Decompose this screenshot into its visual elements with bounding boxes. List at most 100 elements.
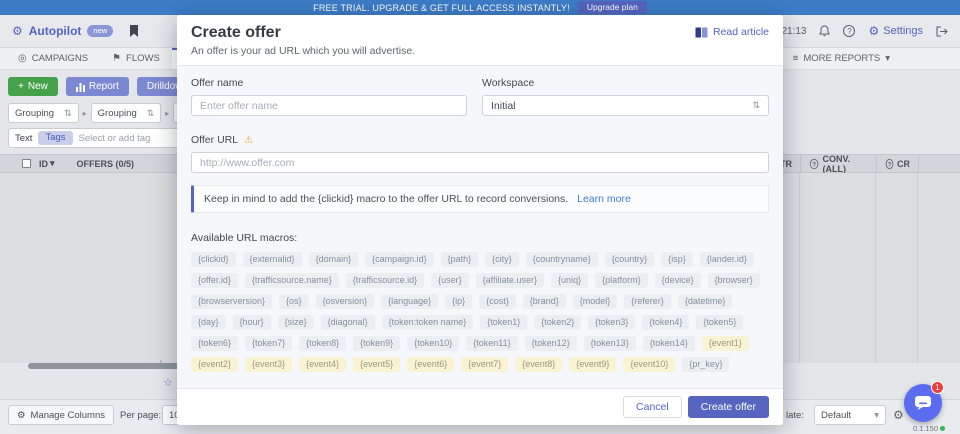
macro-chip[interactable]: {event4} [299, 357, 346, 372]
promo-banner: FREE TRIAL. UPGRADE & GET FULL ACCESS IN… [0, 0, 960, 15]
macro-chip[interactable]: {event9} [569, 357, 616, 372]
macro-chip[interactable]: {osversion} [316, 294, 375, 309]
macro-chip[interactable]: {token14} [643, 336, 695, 351]
macro-chip[interactable]: {affiliate.user} [476, 273, 544, 288]
bell-icon[interactable] [819, 25, 830, 37]
macro-chip[interactable]: {referer} [624, 294, 671, 309]
macro-chip[interactable]: {browserversion} [191, 294, 272, 309]
grouping-select-2[interactable]: Grouping⇅ [91, 103, 162, 123]
macro-chip[interactable]: {token5} [696, 315, 743, 330]
macro-chip[interactable]: {event2} [191, 357, 238, 372]
brand[interactable]: ⚙ Autopilot new [12, 24, 139, 38]
new-button[interactable]: + New [8, 77, 58, 96]
macro-chip[interactable]: {trafficsource.name} [245, 273, 339, 288]
conv-column-header[interactable]: ? CONV. (ALL) [800, 155, 876, 172]
macro-chip[interactable]: {token:token name} [382, 315, 474, 330]
workspace-select[interactable]: Initial ⇅ [482, 95, 769, 116]
report-button[interactable]: Report [66, 77, 129, 96]
macro-chip[interactable]: {city} [485, 252, 519, 267]
macro-chip[interactable]: {day} [191, 315, 226, 330]
more-reports-button[interactable]: ≡ MORE REPORTS ▾ [793, 48, 960, 69]
grouping-select-1[interactable]: Grouping⇅ [8, 103, 79, 123]
version-label: 0.1.150 [913, 424, 938, 433]
macro-chip[interactable]: {event3} [245, 357, 292, 372]
macro-chip[interactable]: {countryname} [526, 252, 598, 267]
macro-chip[interactable]: {trafficsource.id} [346, 273, 424, 288]
template-gear-icon[interactable]: ⚙ [893, 408, 904, 422]
cr-column-header[interactable]: ? CR [876, 155, 918, 172]
logout-icon[interactable] [936, 26, 948, 37]
macro-chip[interactable]: {token11} [466, 336, 517, 351]
macro-chip[interactable]: {device} [655, 273, 701, 288]
macro-chip[interactable]: {path} [441, 252, 479, 267]
offer-name-input[interactable] [191, 95, 467, 116]
macro-chip[interactable]: {campaign.id} [365, 252, 434, 267]
macro-chip[interactable]: {externalid} [243, 252, 302, 267]
macro-chip[interactable]: {token12} [525, 336, 577, 351]
filter-tag-input[interactable]: Select or add tag [79, 133, 151, 144]
nav-tab-flows[interactable]: ⚑FLOWS [100, 48, 172, 69]
macro-chip[interactable]: {clickid} [191, 252, 236, 267]
offer-url-input[interactable] [191, 152, 769, 173]
macro-chip[interactable]: {hour} [233, 315, 271, 330]
macro-chip[interactable]: {offer.id} [191, 273, 238, 288]
nav-tab-label: FLOWS [126, 53, 160, 64]
gear-icon: ⚙ [17, 410, 26, 421]
learn-more-link[interactable]: Learn more [577, 193, 631, 205]
macro-chip[interactable]: {token4} [642, 315, 689, 330]
macro-chip[interactable]: {brand} [523, 294, 566, 309]
template-label: late: [786, 410, 804, 421]
id-column-header[interactable]: ID ▾ [39, 158, 55, 169]
macro-chip[interactable]: {event6} [407, 357, 454, 372]
macro-chip[interactable]: {lander.id} [700, 252, 754, 267]
upgrade-plan-button[interactable]: Upgrade plan [578, 1, 647, 14]
read-article-link[interactable]: Read article [695, 26, 769, 38]
template-select[interactable]: Default ▾ [814, 405, 886, 425]
macro-chip[interactable]: {platform} [595, 273, 648, 288]
macro-chip[interactable]: {token2} [534, 315, 581, 330]
macro-chip[interactable]: {event1} [702, 336, 749, 351]
macro-chip[interactable]: {pr_key} [682, 357, 729, 372]
macro-chip[interactable]: {user} [431, 273, 469, 288]
macro-chip[interactable]: {token7} [245, 336, 292, 351]
macro-chip[interactable]: {token13} [584, 336, 636, 351]
chat-widget-button[interactable]: 1 [904, 384, 942, 422]
macro-chip[interactable]: {language} [381, 294, 438, 309]
cancel-button[interactable]: Cancel [623, 396, 682, 418]
bookmark-icon[interactable] [129, 25, 139, 37]
macro-chip[interactable]: {uniq} [551, 273, 588, 288]
macro-chip[interactable]: {isp} [661, 252, 693, 267]
macro-chip[interactable]: {token1} [480, 315, 527, 330]
nav-tab-campaigns[interactable]: ◎CAMPAIGNS [6, 48, 100, 69]
macro-chip[interactable]: {browser} [708, 273, 760, 288]
manage-columns-label: Manage Columns [31, 410, 105, 421]
template-value: Default [821, 410, 851, 421]
macro-chip[interactable]: {token6} [191, 336, 238, 351]
macro-chip[interactable]: {event7} [461, 357, 508, 372]
macro-chip[interactable]: {token3} [588, 315, 635, 330]
macro-chip[interactable]: {event10} [623, 357, 675, 372]
filter-tags-tab[interactable]: Tags [38, 131, 72, 145]
settings-button[interactable]: ⚙ Settings [868, 24, 923, 38]
macro-chip[interactable]: {diagonal} [321, 315, 375, 330]
macro-chip[interactable]: {event8} [515, 357, 562, 372]
macro-chip[interactable]: {token10} [407, 336, 459, 351]
select-all-checkbox[interactable] [22, 159, 31, 168]
id-header-label: ID [39, 159, 48, 169]
help-icon[interactable]: ? [843, 25, 855, 37]
macro-chip[interactable]: {token8} [299, 336, 346, 351]
macro-chip[interactable]: {country} [605, 252, 655, 267]
macro-chip[interactable]: {domain} [309, 252, 359, 267]
macro-chip[interactable]: {ip} [445, 294, 472, 309]
manage-columns-button[interactable]: ⚙ Manage Columns [8, 405, 114, 425]
macro-chip[interactable]: {cost} [479, 294, 516, 309]
macro-chip[interactable]: {datetime} [678, 294, 733, 309]
macro-chip[interactable]: {event5} [353, 357, 400, 372]
macro-chip[interactable]: {model} [573, 294, 618, 309]
macro-chip[interactable]: {size} [278, 315, 314, 330]
filter-text-tab[interactable]: Text [15, 133, 32, 144]
create-offer-button[interactable]: Create offer [688, 396, 769, 418]
macro-chip[interactable]: {token9} [353, 336, 400, 351]
updown-arrows-icon: ⇅ [147, 108, 155, 119]
macro-chip[interactable]: {os} [279, 294, 309, 309]
